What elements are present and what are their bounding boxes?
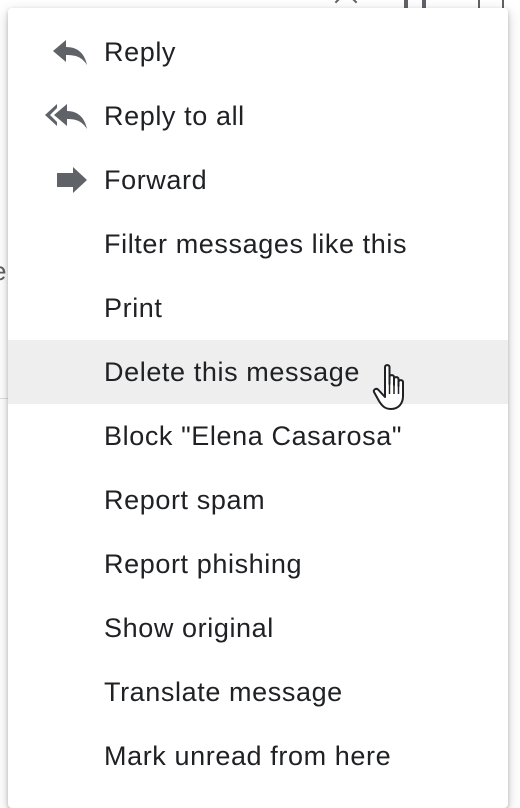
background-toolbar-icons bbox=[330, 0, 520, 14]
menu-item-reply[interactable]: Reply bbox=[8, 20, 508, 84]
menu-item-mark-unread[interactable]: Mark unread from here bbox=[8, 724, 508, 788]
menu-item-label: Delete this message bbox=[104, 356, 361, 387]
menu-item-label: Report phishing bbox=[104, 548, 303, 579]
menu-item-filter-messages[interactable]: Filter messages like this bbox=[8, 212, 508, 276]
message-actions-menu: Reply Reply to all Forward Filter messag… bbox=[8, 8, 508, 808]
menu-item-label: Filter messages like this bbox=[104, 228, 408, 259]
background-text-fragment: e bbox=[0, 258, 6, 284]
menu-item-delete-message[interactable]: Delete this message bbox=[8, 340, 508, 404]
menu-item-report-spam[interactable]: Report spam bbox=[8, 468, 508, 532]
menu-item-forward[interactable]: Forward bbox=[8, 148, 508, 212]
menu-item-print[interactable]: Print bbox=[8, 276, 508, 340]
menu-item-translate-message[interactable]: Translate message bbox=[8, 660, 508, 724]
menu-item-label: Reply to all bbox=[104, 100, 245, 131]
menu-item-label: Reply bbox=[104, 36, 177, 67]
menu-item-label: Translate message bbox=[104, 676, 343, 707]
reply-icon bbox=[52, 38, 88, 66]
menu-item-label: Report spam bbox=[104, 484, 266, 515]
menu-item-label: Forward bbox=[104, 164, 208, 195]
menu-item-report-phishing[interactable]: Report phishing bbox=[8, 532, 508, 596]
menu-item-reply-to-all[interactable]: Reply to all bbox=[8, 84, 508, 148]
reply-all-icon bbox=[44, 102, 88, 130]
forward-icon bbox=[56, 166, 88, 194]
menu-item-label: Print bbox=[104, 292, 163, 323]
menu-item-label: Block "Elena Casarosa" bbox=[104, 420, 403, 451]
menu-item-block-sender[interactable]: Block "Elena Casarosa" bbox=[8, 404, 508, 468]
menu-item-show-original[interactable]: Show original bbox=[8, 596, 508, 660]
menu-item-label: Show original bbox=[104, 612, 274, 643]
menu-item-label: Mark unread from here bbox=[104, 740, 392, 771]
